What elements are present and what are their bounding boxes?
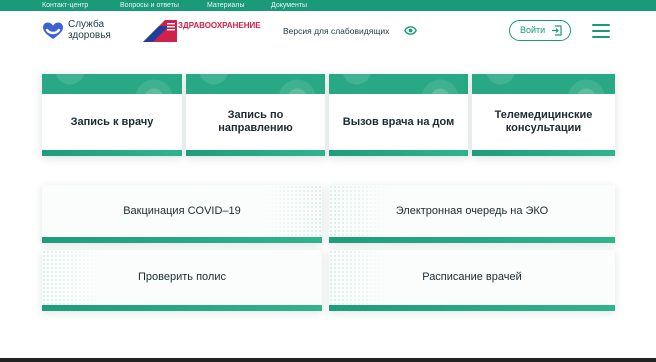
tile-vaccination[interactable]: Вакцинация COVID–19 [42, 185, 322, 243]
tile-bottom-band [42, 305, 322, 311]
service-card-title: Запись к врачу [70, 115, 154, 128]
heart-logo-icon[interactable] [42, 21, 64, 43]
tile-title: Электронная очередь на ЭКО [395, 204, 549, 217]
tile-bottom-band [329, 305, 615, 311]
tile-bottom-band [42, 237, 322, 243]
service-card-telemedicine[interactable]: Телемедицинские консультации [472, 74, 615, 156]
card-top-band [186, 74, 325, 94]
tile-title: Проверить полис [138, 271, 226, 283]
card-bottom-band [472, 150, 615, 156]
card-bottom-band [329, 150, 468, 156]
logo-text[interactable]: Служба здоровья [68, 19, 128, 41]
header: Служба здоровья ЗДРАВООХРАНЕНИЕ Версия д… [0, 11, 656, 49]
eye-icon[interactable] [404, 26, 417, 35]
menu-line [592, 36, 610, 38]
page: Контакт-центр Вопросы и ответы Материалы… [0, 0, 656, 362]
login-button-label: Войти [520, 25, 546, 35]
top-link-contact-center[interactable]: Контакт-центр [42, 1, 88, 10]
top-link-faq[interactable]: Вопросы и ответы [120, 1, 179, 10]
login-button[interactable]: Войти [509, 20, 571, 41]
tile-check-policy[interactable]: Проверить полис [42, 250, 322, 311]
login-icon [552, 25, 562, 36]
menu-line [592, 24, 610, 26]
top-bar: Контакт-центр Вопросы и ответы Материалы… [0, 0, 656, 11]
bottom-border [0, 358, 656, 362]
service-card-title: Вызов врача на дом [342, 115, 455, 128]
top-link-materials[interactable]: Материалы [207, 1, 244, 10]
service-card-title: Телемедицинские консультации [494, 109, 593, 134]
hamburger-menu-icon[interactable] [592, 23, 610, 38]
logo-line-2: здоровья [68, 30, 111, 41]
tile-ivf-queue[interactable]: Электронная очередь на ЭКО [329, 185, 615, 243]
service-card-appointment[interactable]: Запись к врачу [42, 74, 182, 156]
service-card-title: Запись по направлению [218, 109, 293, 134]
card-bottom-band [186, 150, 325, 156]
card-top-band [472, 74, 615, 94]
tile-doctor-schedule[interactable]: Расписание врачей [329, 250, 615, 311]
card-top-band [42, 74, 182, 94]
card-top-band [329, 74, 468, 94]
national-project-label: ЗДРАВООХРАНЕНИЕ [178, 21, 261, 30]
card-bottom-band [42, 150, 182, 156]
tile-bottom-band [329, 237, 615, 243]
accessibility-version-link[interactable]: Версия для слабовидящих [283, 26, 389, 36]
service-card-referral[interactable]: Запись по направлению [186, 74, 325, 156]
logo-line-1: Служба [68, 19, 105, 30]
tile-title: Вакцинация COVID–19 [123, 204, 241, 217]
menu-line [592, 30, 610, 32]
national-project-logo-icon [143, 20, 177, 42]
service-card-home-visit[interactable]: Вызов врача на дом [329, 74, 468, 156]
tile-title: Расписание врачей [422, 271, 522, 283]
top-link-documents[interactable]: Документы [271, 1, 307, 10]
